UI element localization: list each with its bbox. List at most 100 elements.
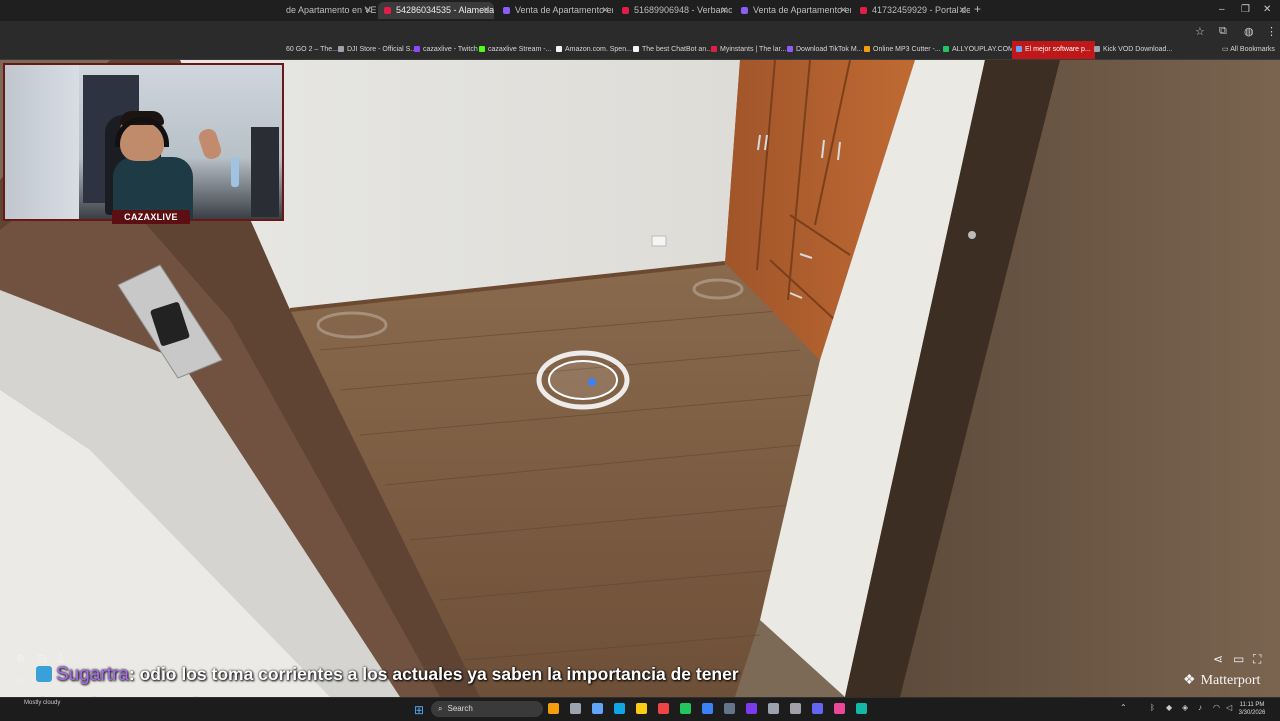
taskbar-app-icon[interactable] — [834, 703, 845, 714]
chatbot-icon — [633, 46, 639, 52]
tab-favicon-icon — [860, 7, 867, 14]
allyouplay-icon — [943, 46, 949, 52]
share-icon[interactable]: ⋖ — [1213, 652, 1223, 666]
bookmark-label: 60 GO 2 – The... — [286, 46, 339, 53]
bookmark-item[interactable]: 60 GO 2 – The... — [286, 41, 338, 59]
bookmark-item[interactable]: Online MP3 Cutter -... — [864, 41, 941, 59]
taskbar-app-icon[interactable] — [658, 703, 669, 714]
all-bookmarks-button[interactable]: ▭ All Bookmarks — [1222, 41, 1275, 59]
tray-app-icon[interactable]: ◈ — [1182, 703, 1188, 712]
taskbar-app-icon[interactable] — [548, 703, 559, 714]
close-tab-icon[interactable]: ✕ — [364, 2, 372, 19]
extensions-icon[interactable]: ⧉ — [1219, 25, 1227, 38]
fullscreen-icon[interactable]: ⛶ — [1253, 652, 1261, 667]
taskbar-app-icon[interactable] — [614, 703, 625, 714]
bookmark-item[interactable]: Download TikTok M... — [787, 41, 863, 59]
close-tab-icon[interactable]: ✕ — [720, 2, 728, 19]
tiktok-download-icon — [787, 46, 793, 52]
bookmarks-bar: 60 GO 2 – The... DJI Store - Official S.… — [0, 41, 1280, 60]
bookmark-item[interactable]: The best ChatBot an... — [633, 41, 712, 59]
taskbar-app-icon[interactable] — [680, 703, 691, 714]
menu-icon[interactable]: ⋮ — [1266, 25, 1277, 38]
amazon-icon — [556, 46, 562, 52]
taskbar-app-icon[interactable] — [812, 703, 823, 714]
tab-label: 51689906948 - Verbamora 1 — [634, 5, 732, 15]
bookmark-label: Amazon.com. Spen... — [565, 46, 632, 53]
software-icon — [1016, 46, 1022, 52]
close-tab-icon[interactable]: ✕ — [482, 2, 490, 19]
clock-time: 11:11 PM — [1239, 702, 1265, 708]
bookmark-item[interactable]: cazaxlive Stream -... — [479, 41, 551, 59]
profile-icon[interactable]: ◍ — [1244, 25, 1254, 38]
kick-vod-icon — [1094, 46, 1100, 52]
taskbar-app-icon[interactable] — [570, 703, 581, 714]
taskbar-app-icon[interactable] — [746, 703, 757, 714]
bookmark-star-icon[interactable]: ☆ — [1195, 25, 1205, 38]
taskbar-app-icon[interactable] — [702, 703, 713, 714]
mic-icon[interactable]: ♪ — [1198, 703, 1202, 712]
chat-username: Sugartra — [56, 664, 129, 685]
browser-tab-active[interactable]: 54286034535 - Alameda de la ✕ — [378, 2, 494, 19]
taskbar-search[interactable]: ⌕ Search — [431, 701, 543, 717]
new-tab-button[interactable]: + — [974, 2, 981, 16]
browser-tab[interactable]: Venta de Apartamento en TIBA ✕ — [497, 2, 613, 19]
taskbar-app-icon[interactable] — [724, 703, 735, 714]
minimize-button[interactable]: – — [1219, 4, 1225, 15]
twitch-icon — [414, 46, 420, 52]
browser-tab[interactable]: 51689906948 - Verbamora 1 ✕ — [616, 2, 732, 19]
wifi-icon[interactable]: ◠ — [1213, 703, 1220, 712]
tab-strip: de Apartamento en VER ✕ 54286034535 - Al… — [0, 0, 1280, 21]
windows-taskbar: Mostly cloudy ⊞ ⌕ Search ⌃ ᛒ ◆ ◈ ♪ ◠ ◁ 11… — [0, 697, 1280, 721]
browser-toolbar: ☆ ⧉ ◍ ⋮ — [0, 21, 1280, 41]
taskbar-app-icon[interactable] — [592, 703, 603, 714]
bluetooth-icon[interactable]: ᛒ — [1150, 703, 1155, 712]
bookmark-label: Kick VOD Download... — [1103, 46, 1173, 53]
taskbar-app-icon[interactable] — [768, 703, 779, 714]
clock-date: 3/30/2026 — [1238, 710, 1266, 716]
tray-app-icon[interactable]: ◆ — [1166, 703, 1172, 712]
search-label: Search — [447, 704, 473, 713]
search-icon: ⌕ — [438, 704, 443, 713]
bookmark-item[interactable]: DJI Store - Official S... — [338, 41, 416, 59]
tab-label: Venta de Apartamento en TIBA — [515, 5, 613, 15]
close-tab-icon[interactable]: ✕ — [958, 2, 966, 19]
volume-icon[interactable]: ◁ — [1226, 703, 1232, 712]
bookmark-item[interactable]: Amazon.com. Spen... — [556, 41, 632, 59]
close-tab-icon[interactable]: ✕ — [601, 2, 609, 19]
system-clock[interactable]: 11:11 PM 3/30/2026 — [1236, 701, 1268, 717]
start-button-icon[interactable]: ⊞ — [414, 703, 424, 717]
chat-user-badge-icon — [36, 666, 52, 682]
all-bookmarks-label: All Bookmarks — [1230, 46, 1275, 53]
bookmark-label: cazaxlive Stream -... — [488, 46, 552, 53]
bookmark-item[interactable]: Kick VOD Download... — [1094, 41, 1172, 59]
tab-label: 54286034535 - Alameda de la — [396, 5, 494, 15]
bookmark-item[interactable]: cazaxlive - Twitch — [414, 41, 478, 59]
weather-widget[interactable]: Mostly cloudy — [24, 700, 60, 706]
browser-tab[interactable]: 41732459929 - Portal de La 183 ✕ — [854, 2, 970, 19]
taskbar-app-icon[interactable] — [856, 703, 867, 714]
bookmark-label: Online MP3 Cutter -... — [873, 46, 941, 53]
bookmark-label: DJI Store - Official S... — [347, 46, 417, 53]
taskbar-app-icon[interactable] — [790, 703, 801, 714]
folder-icon: ▭ — [1222, 46, 1231, 53]
tab-favicon-icon — [622, 7, 629, 14]
matterport-logo[interactable]: ❖ Matterport — [1183, 671, 1260, 691]
browser-tab[interactable]: Venta de Apartamento en VER ✕ — [735, 2, 851, 19]
myinstants-icon — [711, 46, 717, 52]
vr-icon[interactable]: ▭ — [1233, 652, 1244, 666]
matterport-viewport[interactable]: CAZAXLIVE ⊛ ⊡ ♙ Help | Terms ⋖ ▭ ⛶ ❖ Matt… — [0, 60, 1280, 697]
taskbar-app-icon[interactable] — [636, 703, 647, 714]
streamer-name-badge: CAZAXLIVE — [112, 210, 190, 224]
tab-label: de Apartamento en VER — [286, 5, 376, 15]
bookmark-item[interactable]: Myinstants | The lar... — [711, 41, 786, 59]
tab-favicon-icon — [741, 7, 748, 14]
bookmark-label: Myinstants | The lar... — [720, 46, 787, 53]
restore-button[interactable]: ❐ — [1241, 4, 1250, 15]
close-window-button[interactable]: ✕ — [1263, 4, 1271, 15]
close-tab-icon[interactable]: ✕ — [839, 2, 847, 19]
browser-tab[interactable]: de Apartamento en VER ✕ — [286, 2, 376, 19]
tray-chevron-icon[interactable]: ⌃ — [1120, 703, 1127, 712]
bookmark-item[interactable]: El mejor software p... — [1012, 41, 1095, 59]
bookmark-label: Download TikTok M... — [796, 46, 863, 53]
kick-icon — [479, 46, 485, 52]
